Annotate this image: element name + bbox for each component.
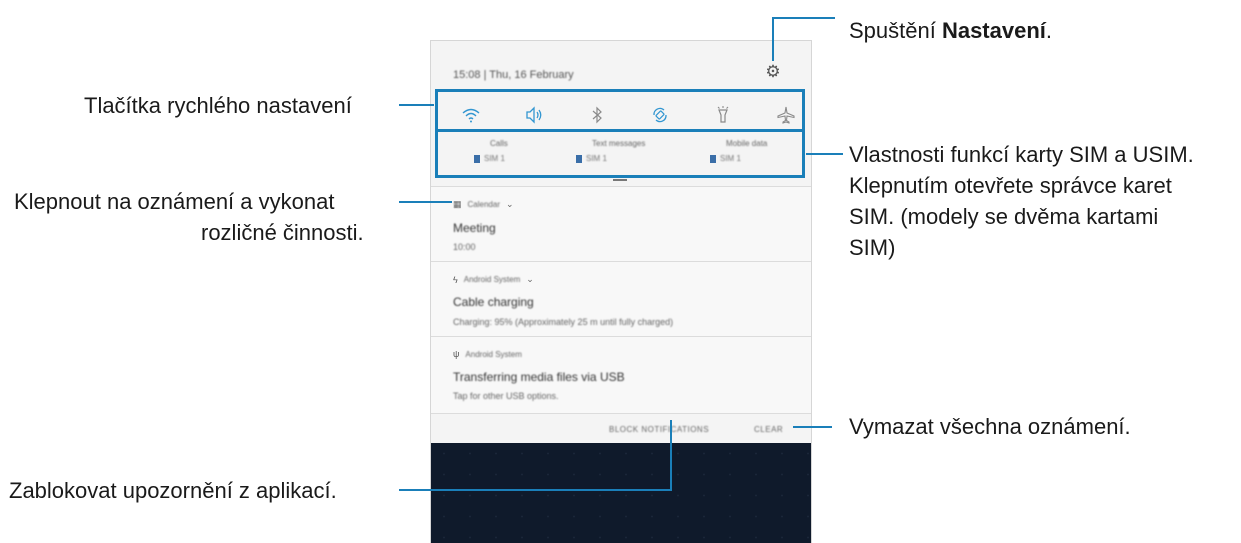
sim-chip-icon bbox=[710, 154, 716, 163]
notification-app-row: ψ Android System bbox=[453, 349, 522, 359]
airplane-icon[interactable] bbox=[775, 104, 797, 126]
sim-card-text-messages[interactable]: Text messages SIM 1 bbox=[576, 139, 676, 171]
sim-callout-1: Vlastnosti funkcí karty SIM a USIM. bbox=[849, 142, 1194, 167]
sim-row: SIM 1 bbox=[710, 154, 810, 163]
notification-charging[interactable]: ϟ Android System ⌄ Cable charging Charging… bbox=[431, 261, 811, 337]
wifi-icon[interactable] bbox=[460, 104, 482, 126]
notification-panel: 15:08 | Thu, 16 February ⚙ Calls SIM 1 T… bbox=[430, 40, 812, 543]
notification-title: Transferring media files via USB bbox=[453, 370, 625, 384]
auto-rotate-icon[interactable] bbox=[649, 104, 671, 126]
tap-callout-line bbox=[399, 201, 452, 203]
sim-card-label: Mobile data bbox=[726, 139, 768, 148]
calendar-icon: ▦ bbox=[453, 199, 462, 209]
chevron-down-icon[interactable]: ⌄ bbox=[526, 274, 534, 285]
date-time: 15:08 | Thu, 16 February bbox=[453, 69, 574, 81]
callout-text-bold: Nastavení bbox=[941, 18, 1046, 43]
sim-callout-4: SIM) bbox=[849, 235, 896, 260]
block-callout-line bbox=[399, 489, 672, 491]
sim-card-label: Calls bbox=[490, 139, 508, 148]
sim-row: SIM 1 bbox=[474, 154, 574, 163]
clear-button[interactable]: CLEAR bbox=[754, 425, 783, 434]
notification-calendar[interactable]: ▦ Calendar ⌄ Meeting 10:00 bbox=[431, 186, 811, 262]
block-callout: Zablokovat upozornění z aplikací. bbox=[9, 478, 337, 503]
sim-name: SIM 1 bbox=[720, 154, 741, 163]
sim-callout-3: SIM. (modely se dvěma kartami bbox=[849, 204, 1159, 229]
tap-callout-2: rozličné činnosti. bbox=[201, 220, 364, 245]
sim-callout-line bbox=[806, 153, 843, 155]
quick-settings-callout: Tlačítka rychlého nastavení bbox=[84, 93, 352, 118]
status-bar: 15:08 | Thu, 16 February ⚙ bbox=[431, 41, 811, 87]
app-name: Android System bbox=[463, 275, 521, 284]
notification-app-row: ϟ Android System ⌄ bbox=[453, 274, 534, 285]
notification-title: Cable charging bbox=[453, 295, 534, 309]
sim-row: SIM 1 bbox=[576, 154, 676, 163]
sound-icon[interactable] bbox=[523, 104, 545, 126]
sim-card-label: Text messages bbox=[592, 139, 646, 148]
app-name: Android System bbox=[465, 349, 522, 359]
tap-callout-1: Klepnout na oznámení a vykonat bbox=[14, 189, 335, 214]
bluetooth-icon[interactable] bbox=[586, 104, 608, 126]
sim-card-mobile-data[interactable]: Mobile data SIM 1 bbox=[710, 139, 810, 171]
sim-chip-icon bbox=[576, 154, 582, 163]
sim-callout-2: Klepnutím otevřete správce karet bbox=[849, 173, 1172, 198]
notification-body: Charging: 95% (Approximately 25 m until … bbox=[453, 317, 674, 327]
sim-chip-icon bbox=[474, 154, 480, 163]
drag-handle[interactable] bbox=[613, 179, 627, 181]
clear-callout-line bbox=[793, 426, 832, 428]
block-callout-line bbox=[670, 420, 672, 491]
app-name: Calendar bbox=[467, 200, 500, 209]
notification-body: Tap for other USB options. bbox=[453, 391, 559, 401]
quick-settings-callout-line bbox=[399, 104, 434, 106]
usb-icon: ψ bbox=[453, 349, 460, 359]
chevron-down-icon[interactable]: ⌄ bbox=[506, 199, 514, 210]
lightning-icon: ϟ bbox=[453, 274, 458, 285]
gear-icon[interactable]: ⚙ bbox=[764, 63, 782, 81]
settings-callout: Spuštění Nastavení. bbox=[849, 17, 1052, 44]
sim-name: SIM 1 bbox=[586, 154, 607, 163]
sim-name: SIM 1 bbox=[484, 154, 505, 163]
callout-text: . bbox=[1045, 18, 1053, 43]
wallpaper bbox=[431, 443, 811, 543]
notification-title: Meeting bbox=[453, 221, 496, 235]
settings-callout-line bbox=[772, 17, 835, 19]
sim-card-calls[interactable]: Calls SIM 1 bbox=[474, 139, 574, 171]
callout-text: Spuštění bbox=[849, 18, 942, 43]
block-notifications-button[interactable]: BLOCK NOTIFICATIONS bbox=[609, 425, 709, 434]
flashlight-icon[interactable] bbox=[712, 104, 734, 126]
notification-body: 10:00 bbox=[453, 242, 476, 252]
notification-usb[interactable]: ψ Android System Transferring media files… bbox=[431, 336, 811, 414]
notification-actions: BLOCK NOTIFICATIONS CLEAR bbox=[431, 413, 811, 444]
settings-callout-line bbox=[772, 17, 774, 61]
clear-callout: Vymazat všechna oznámení. bbox=[849, 414, 1131, 439]
notification-app-row: ▦ Calendar ⌄ bbox=[453, 199, 514, 210]
sim-card-manager[interactable]: Calls SIM 1 Text messages SIM 1 Mobile d… bbox=[435, 129, 805, 178]
